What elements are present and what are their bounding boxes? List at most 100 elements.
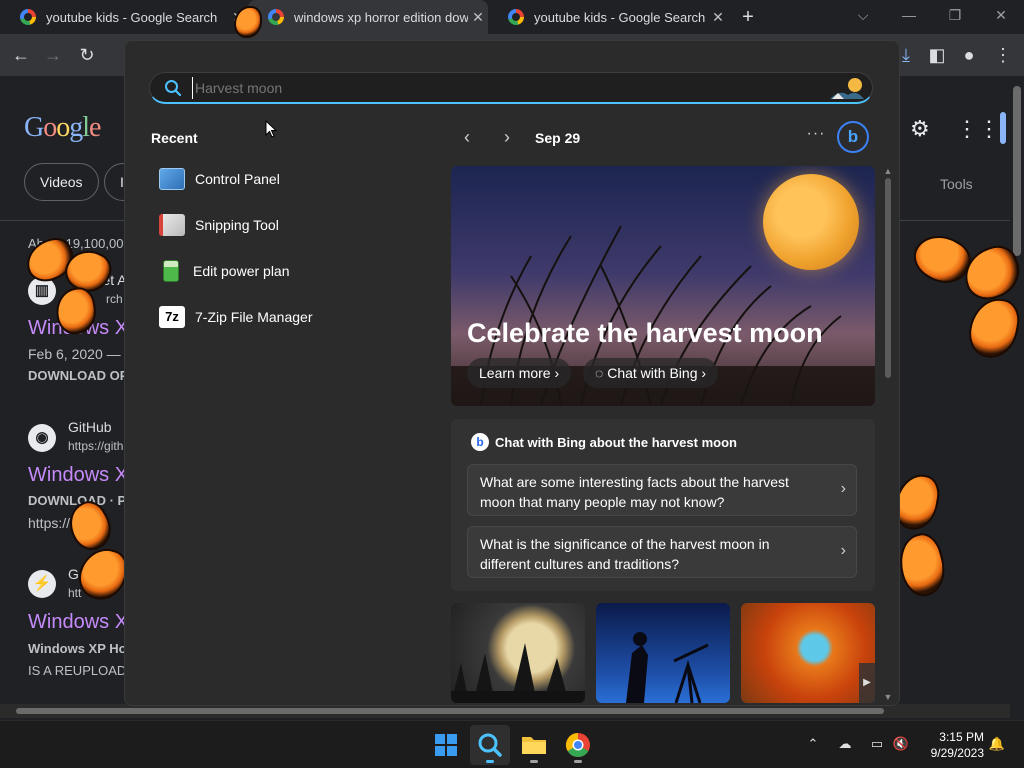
running-indicator	[530, 760, 538, 763]
result-3-snippet-2: IS A REUPLOAD	[28, 663, 127, 678]
folder-icon	[522, 737, 546, 754]
result-1-date: Feb 6, 2020 — W	[28, 346, 138, 362]
flyout-scrollbar[interactable]: ▲ ▼	[883, 166, 893, 705]
menu-kebab-icon[interactable]: ⋮	[990, 42, 1016, 68]
tab-3-close-icon[interactable]: ✕	[708, 9, 728, 26]
network-icon[interactable]: ▭	[868, 735, 886, 753]
bing-icon[interactable]: b	[837, 121, 869, 153]
chat-question-1[interactable]: What are some interesting facts about th…	[467, 464, 857, 516]
recent-item-7-zip[interactable]: 7z 7-Zip File Manager	[149, 297, 429, 337]
tab-search-icon[interactable]: ⌵	[840, 0, 886, 30]
scroll-accent	[1000, 112, 1006, 144]
recent-item-edit-power-plan[interactable]: Edit power plan	[149, 251, 429, 291]
hero-card[interactable]: Celebrate the harvest moon Learn more › …	[451, 166, 875, 406]
notification-bell-icon[interactable]: 🔔	[988, 735, 1006, 753]
thumbnail-telescope[interactable]	[596, 603, 730, 703]
snipping-tool-icon	[159, 214, 185, 236]
thumbnail-moon-trees[interactable]	[451, 603, 585, 703]
page-hscroll-thumb[interactable]	[16, 708, 884, 714]
search-box[interactable]	[149, 72, 873, 104]
forward-arrow-icon[interactable]: →	[40, 42, 66, 68]
tab-2-close-icon[interactable]: ✕	[468, 9, 488, 26]
flyout-scroll-thumb[interactable]	[885, 178, 891, 378]
taskbar: ⌃ ☁ ▭ 🔇 3:15 PM 9/29/2023 🔔	[0, 720, 1024, 768]
butterfly-wing	[52, 284, 100, 338]
tab-2-title: windows xp horror edition dow	[294, 9, 468, 25]
chat-question-2[interactable]: What is the significance of the harvest …	[467, 526, 857, 578]
tab-3-title: youtube kids - Google Search	[534, 9, 706, 25]
chat-with-bing-label: Chat with Bing	[607, 365, 698, 381]
search-input[interactable]	[192, 77, 792, 99]
tab-1-title: youtube kids - Google Search	[46, 9, 218, 25]
butterfly-icon	[20, 232, 117, 340]
result-1-snippet: DOWNLOAD OP	[28, 368, 129, 383]
chat-bubble-icon: ◌	[595, 365, 608, 381]
result-2-source: GitHub	[68, 419, 112, 435]
profile-avatar-icon[interactable]: ●	[956, 42, 982, 68]
learn-more-button[interactable]: Learn more ›	[467, 358, 572, 388]
windows-logo-icon	[435, 734, 457, 756]
recent-item-label: Snipping Tool	[195, 217, 279, 233]
settings-gear-icon[interactable]: ⚙	[910, 116, 930, 142]
chat-question-text: What are some interesting facts about th…	[480, 474, 789, 510]
tree-silhouette	[451, 643, 585, 703]
page-vertical-scrollbar[interactable]	[1010, 76, 1024, 704]
recent-heading: Recent	[151, 130, 198, 146]
chevron-right-icon: ›	[701, 365, 707, 381]
more-options-icon[interactable]: ···	[805, 125, 827, 147]
chat-with-bing-button[interactable]: ◌ Chat with Bing ›	[583, 358, 719, 388]
google-favicon-icon	[20, 9, 36, 25]
close-window-button[interactable]: ✕	[978, 0, 1024, 30]
clock[interactable]: 3:15 PM 9/29/2023	[914, 729, 984, 761]
carousel-next-icon[interactable]: ▶	[859, 663, 875, 703]
scroll-up-icon[interactable]: ▲	[883, 166, 893, 176]
page-scroll-thumb[interactable]	[1013, 86, 1021, 256]
recent-item-label: Control Panel	[195, 171, 280, 187]
butterfly-wing	[234, 6, 262, 38]
tab-2[interactable]: windows xp horror edition dow ✕	[248, 0, 488, 34]
result-2-snippet-2: https://	[28, 515, 71, 531]
reload-icon[interactable]: ↻	[74, 42, 100, 68]
result-2-url: https://gith	[68, 439, 124, 453]
thumbnail-autumn-leaves[interactable]	[741, 603, 875, 703]
tools-button[interactable]: Tools	[940, 176, 973, 192]
telescope-silhouette	[626, 632, 709, 703]
control-panel-icon	[159, 168, 185, 190]
minimize-button[interactable]: —	[886, 0, 932, 30]
volume-muted-icon[interactable]: 🔇	[892, 735, 910, 753]
recent-item-label: 7-Zip File Manager	[195, 309, 313, 325]
result-3-title[interactable]: Windows X	[28, 611, 128, 634]
google-favicon-icon	[268, 9, 284, 25]
side-panel-icon[interactable]: ◧	[924, 42, 950, 68]
chevron-right-icon[interactable]: ›	[497, 127, 517, 147]
chevron-up-icon[interactable]: ⌃	[804, 735, 822, 753]
recent-item-snipping-tool[interactable]: Snipping Tool	[149, 205, 429, 245]
bing-chat-card: b Chat with Bing about the harvest moon …	[451, 419, 875, 591]
github-icon: ◉	[28, 424, 56, 452]
recent-item-control-panel[interactable]: Control Panel	[149, 159, 429, 199]
chrome-button[interactable]	[558, 725, 598, 765]
chip-videos[interactable]: Videos	[24, 163, 99, 201]
tab-3[interactable]: youtube kids - Google Search ✕	[488, 0, 728, 34]
butterfly-icon	[891, 470, 952, 602]
result-2-title[interactable]: Windows X	[28, 464, 128, 487]
butterfly-wing	[60, 495, 120, 557]
google-logo[interactable]: Google	[24, 112, 101, 144]
butterfly-icon	[60, 495, 132, 606]
back-arrow-icon[interactable]: ←	[8, 42, 34, 68]
tab-1[interactable]: youtube kids - Google Search ✕	[0, 0, 248, 34]
scroll-down-icon[interactable]: ▼	[883, 692, 893, 702]
chevron-left-icon[interactable]: ‹	[457, 127, 477, 147]
active-indicator	[486, 760, 494, 763]
apps-grid-icon[interactable]: ⋮⋮	[956, 116, 1000, 142]
start-button[interactable]	[426, 725, 466, 765]
harvest-moon-badge-icon	[830, 78, 864, 99]
restore-button[interactable]: ❐	[932, 0, 978, 30]
file-explorer-button[interactable]	[514, 725, 554, 765]
date-label: Sep 29	[535, 130, 581, 146]
taskbar-search-button[interactable]	[470, 725, 510, 765]
chat-question-text: What is the significance of the harvest …	[480, 536, 770, 572]
page-horizontal-scrollbar[interactable]	[0, 704, 1010, 718]
new-tab-button[interactable]: +	[736, 4, 760, 30]
onedrive-icon[interactable]: ☁	[836, 735, 854, 753]
